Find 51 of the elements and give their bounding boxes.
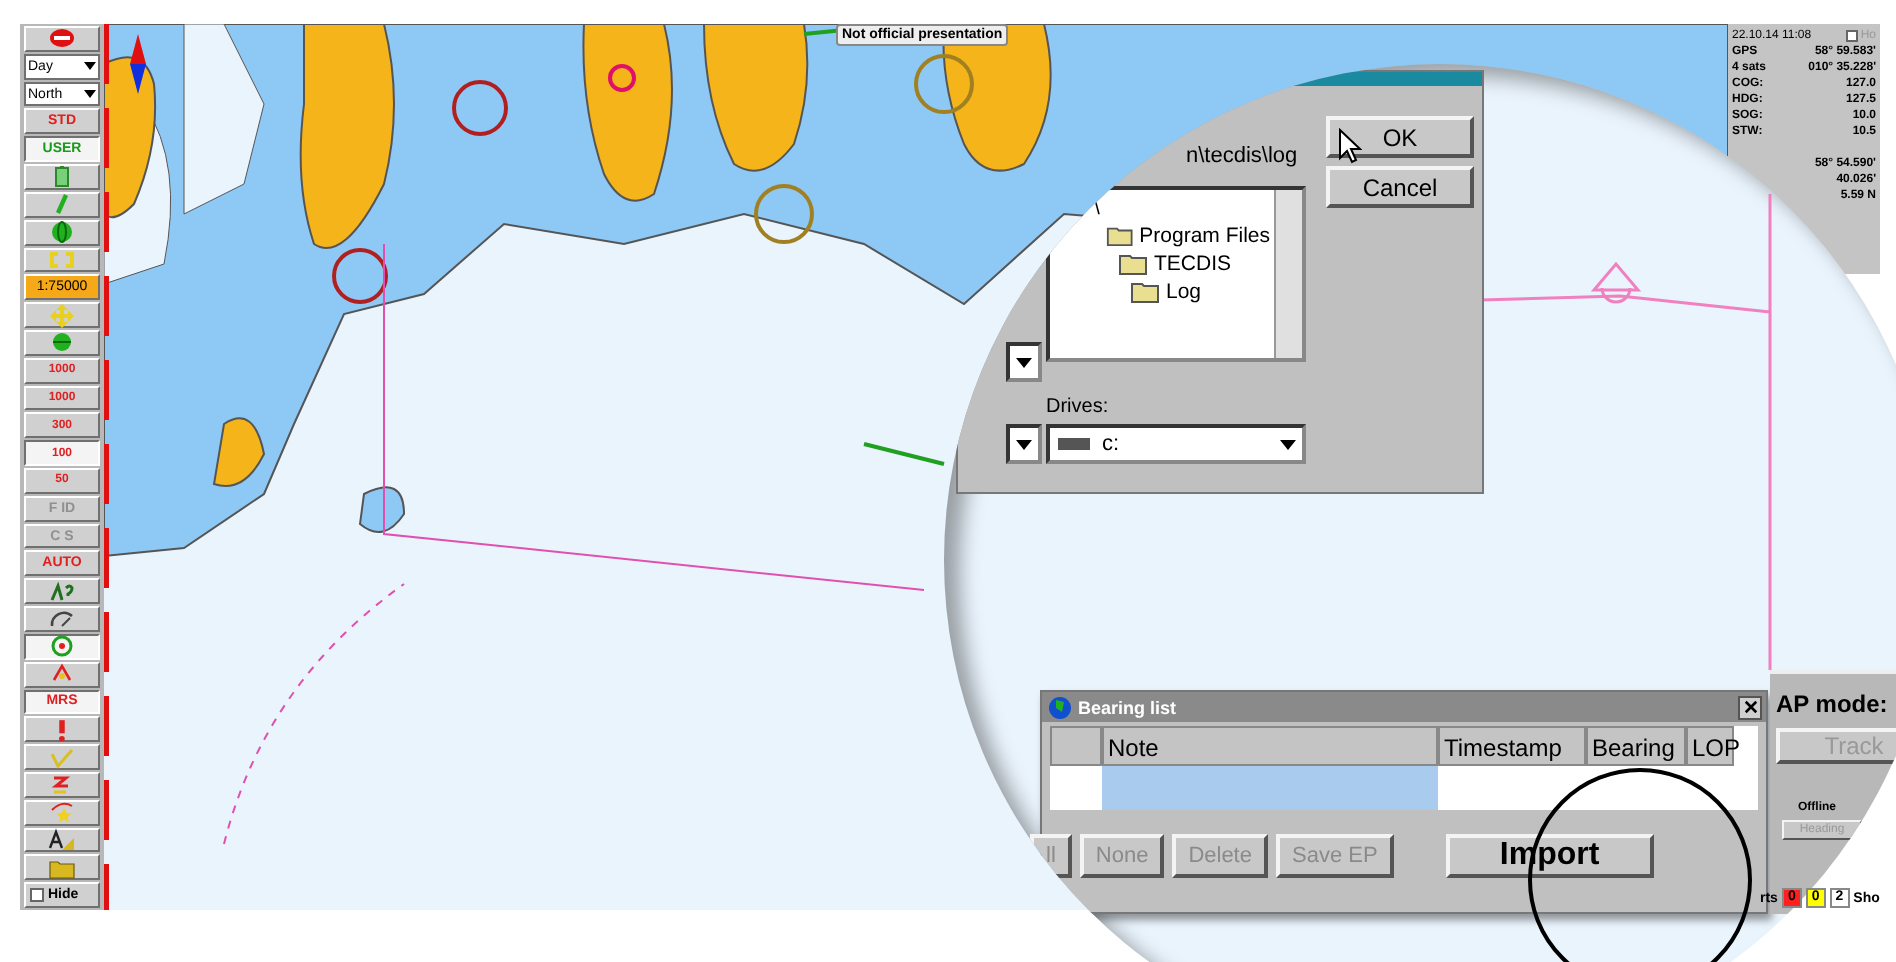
column-header[interactable]: Note xyxy=(1102,726,1438,766)
arrows-icon xyxy=(46,247,78,272)
drive-icon xyxy=(1058,436,1090,452)
folder-icon xyxy=(1118,252,1150,276)
folder-item[interactable]: TECDIS xyxy=(1154,252,1232,276)
dropdown-field[interactable] xyxy=(1006,342,1042,382)
globe-icon xyxy=(46,220,78,245)
help-icon xyxy=(46,579,78,604)
drives-label: Drives: xyxy=(1046,396,1109,418)
light-sector-ring xyxy=(452,80,508,136)
stop-icon xyxy=(46,26,78,51)
caret-icon xyxy=(84,90,96,99)
dropdown-field[interactable] xyxy=(1006,424,1042,464)
ap-mode-label: AP mode: xyxy=(1776,690,1888,718)
folder-icon xyxy=(1130,280,1162,304)
water-patch xyxy=(359,486,405,533)
table-cell[interactable] xyxy=(1102,766,1438,810)
caret-icon xyxy=(1016,439,1032,449)
column-header[interactable]: Timestamp xyxy=(1438,726,1586,766)
folder-item[interactable]: Log xyxy=(1166,280,1202,304)
scrollbar[interactable] xyxy=(1274,190,1302,358)
ok-button[interactable]: OK xyxy=(1326,116,1474,158)
light-sector-ring xyxy=(332,248,388,304)
row-header-cell xyxy=(1050,726,1102,766)
drive-select[interactable]: c: xyxy=(1046,424,1306,464)
caret-icon xyxy=(84,62,96,71)
move-icon xyxy=(46,303,78,328)
gauge-icon xyxy=(46,606,78,631)
column-header[interactable]: Bearing xyxy=(1586,726,1686,766)
folder-path: n\tecdis\log xyxy=(1186,144,1298,168)
position-ring xyxy=(608,64,636,92)
target-icon xyxy=(46,634,78,659)
light-sector-ring xyxy=(914,54,974,114)
folder-item[interactable]: Program Files xyxy=(1139,224,1270,248)
close-button[interactable] xyxy=(1738,695,1762,719)
island xyxy=(213,417,265,487)
close-icon xyxy=(1743,700,1757,714)
exclamation-icon xyxy=(56,717,68,742)
column-header[interactable]: LOP xyxy=(1686,726,1734,766)
star-icon xyxy=(46,800,78,825)
mouse-cursor-icon xyxy=(1338,128,1362,164)
light-sector-ring xyxy=(754,184,814,244)
folder-icon xyxy=(1106,224,1136,248)
check-icon xyxy=(46,745,78,770)
caret-icon xyxy=(1280,439,1296,449)
north-arrow-icon xyxy=(128,34,148,94)
caret-icon xyxy=(1016,357,1032,367)
cancel-button[interactable]: Cancel xyxy=(1326,166,1474,208)
bearing-line xyxy=(863,442,945,466)
globe-icon xyxy=(1048,695,1072,719)
window-title: Bearing list xyxy=(1078,697,1177,717)
